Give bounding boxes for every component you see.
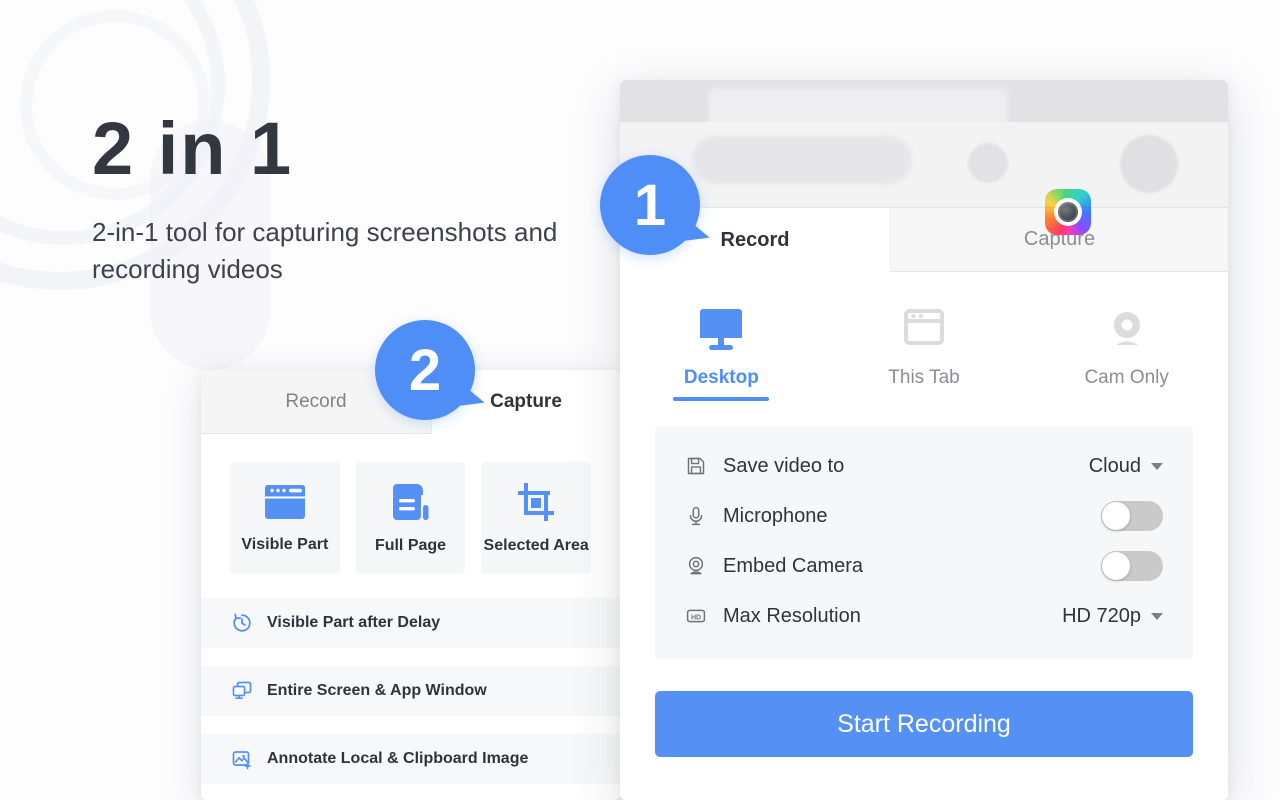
row-entire-screen-app-window[interactable]: Entire Screen & App Window (201, 666, 620, 716)
setting-save-video-to-label: Save video to (723, 454, 845, 477)
browser-window-icon (896, 306, 952, 354)
tile-full-page[interactable]: Full Page (355, 462, 466, 574)
lens (1058, 202, 1078, 222)
annotate-image-icon (231, 748, 253, 770)
callout-badge-2: 2 (375, 320, 475, 420)
tile-selected-area[interactable]: Selected Area (481, 462, 592, 574)
toolbar-divider (620, 207, 1228, 208)
setting-microphone-label: Microphone (723, 504, 828, 527)
clock-delay-icon (231, 612, 253, 634)
max-resolution-value: HD 720p (1062, 604, 1141, 627)
tile-selected-area-label: Selected Area (483, 537, 589, 554)
hero-subtitle: 2-in-1 tool for capturing screenshots an… (92, 217, 558, 284)
browser-visible-part-icon (263, 482, 307, 522)
monitor-icon (693, 306, 749, 354)
tab-capture-label: Capture (490, 391, 562, 412)
toggle-knob (1102, 552, 1130, 580)
row-visible-part-after-delay[interactable]: Visible Part after Delay (201, 598, 620, 648)
row-annotate-local-clipboard-image-label: Annotate Local & Clipboard Image (267, 750, 529, 767)
promo-screenshot: 2 in 1 2-in-1 tool for capturing screens… (0, 0, 1280, 800)
full-page-icon (389, 481, 433, 523)
webcam-icon (685, 555, 707, 577)
capture-tile-row: Visible Part Full Page Selected Area (201, 434, 620, 574)
tile-visible-part-label: Visible Part (241, 536, 329, 553)
microphone-toggle[interactable] (1101, 501, 1163, 531)
floppy-disk-icon (685, 455, 707, 477)
row-annotate-local-clipboard-image[interactable]: Annotate Local & Clipboard Image (201, 734, 620, 784)
address-bar[interactable] (692, 136, 912, 184)
chevron-down-icon (1151, 462, 1163, 470)
avatar[interactable] (1120, 135, 1178, 193)
mode-cam-only[interactable]: Cam Only (1025, 306, 1228, 401)
max-resolution-dropdown[interactable]: HD 720p (1062, 605, 1163, 628)
record-tabbar: Record Capture (620, 208, 1228, 272)
toggle-knob (1102, 502, 1130, 530)
setting-embed-camera-label: Embed Camera (723, 554, 864, 577)
setting-max-resolution-label: Max Resolution (723, 604, 861, 627)
capture-window: Record Capture Visible Part Full Page Se… (201, 370, 620, 800)
hero-text-block: 2 in 1 2-in-1 tool for capturing screens… (92, 112, 612, 288)
tile-full-page-label: Full Page (374, 537, 447, 554)
tile-visible-part[interactable]: Visible Part (230, 462, 340, 574)
setting-save-video-to[interactable]: Save video to Cloud (685, 441, 1163, 491)
lens-ring (1054, 198, 1082, 226)
mode-this-tab-label: This Tab (888, 367, 960, 388)
callout-badge-1: 1 (600, 155, 700, 255)
mode-cam-only-label: Cam Only (1084, 367, 1169, 388)
save-video-to-dropdown[interactable]: Cloud (1089, 455, 1163, 478)
screen-window-icon (231, 680, 253, 702)
record-mode-selector: Desktop This Tab Cam Only (620, 272, 1228, 401)
menu-dot[interactable] (968, 143, 1008, 183)
browser-toolbar (620, 122, 1228, 235)
record-window: Record Capture Desktop This Tab Cam Only… (620, 80, 1228, 800)
mode-desktop[interactable]: Desktop (620, 306, 823, 401)
mode-desktop-label: Desktop (684, 367, 759, 401)
embed-camera-toggle[interactable] (1101, 551, 1163, 581)
chevron-down-icon (1151, 612, 1163, 620)
row-visible-part-after-delay-label: Visible Part after Delay (267, 614, 441, 631)
tab-record-label: Record (720, 228, 790, 251)
start-recording-button[interactable]: Start Recording (655, 691, 1193, 757)
microphone-icon (685, 505, 707, 527)
hd-badge-icon: HD (685, 605, 707, 627)
setting-microphone[interactable]: Microphone (685, 491, 1163, 541)
tab-record-label: Record (285, 390, 347, 412)
embed-camera-toggle-wrap (1101, 551, 1163, 581)
hero-title: 2 in 1 (92, 107, 294, 190)
save-video-to-value: Cloud (1088, 454, 1141, 477)
camera-extension-icon[interactable] (1045, 189, 1091, 235)
microphone-toggle-wrap (1101, 501, 1163, 531)
mode-this-tab[interactable]: This Tab (823, 306, 1026, 401)
record-settings-card: Save video to Cloud Microphone Embed Cam… (655, 427, 1193, 659)
setting-max-resolution[interactable]: HD Max Resolution HD 720p (685, 591, 1163, 641)
row-entire-screen-app-window-label: Entire Screen & App Window (267, 682, 487, 699)
setting-embed-camera[interactable]: Embed Camera (685, 541, 1163, 591)
crop-icon (514, 481, 558, 523)
capture-option-list: Visible Part after Delay Entire Screen &… (201, 598, 620, 784)
svg-text:HD: HD (691, 614, 701, 621)
webcam-icon (1099, 306, 1155, 354)
browser-tabstrip (620, 80, 1228, 130)
